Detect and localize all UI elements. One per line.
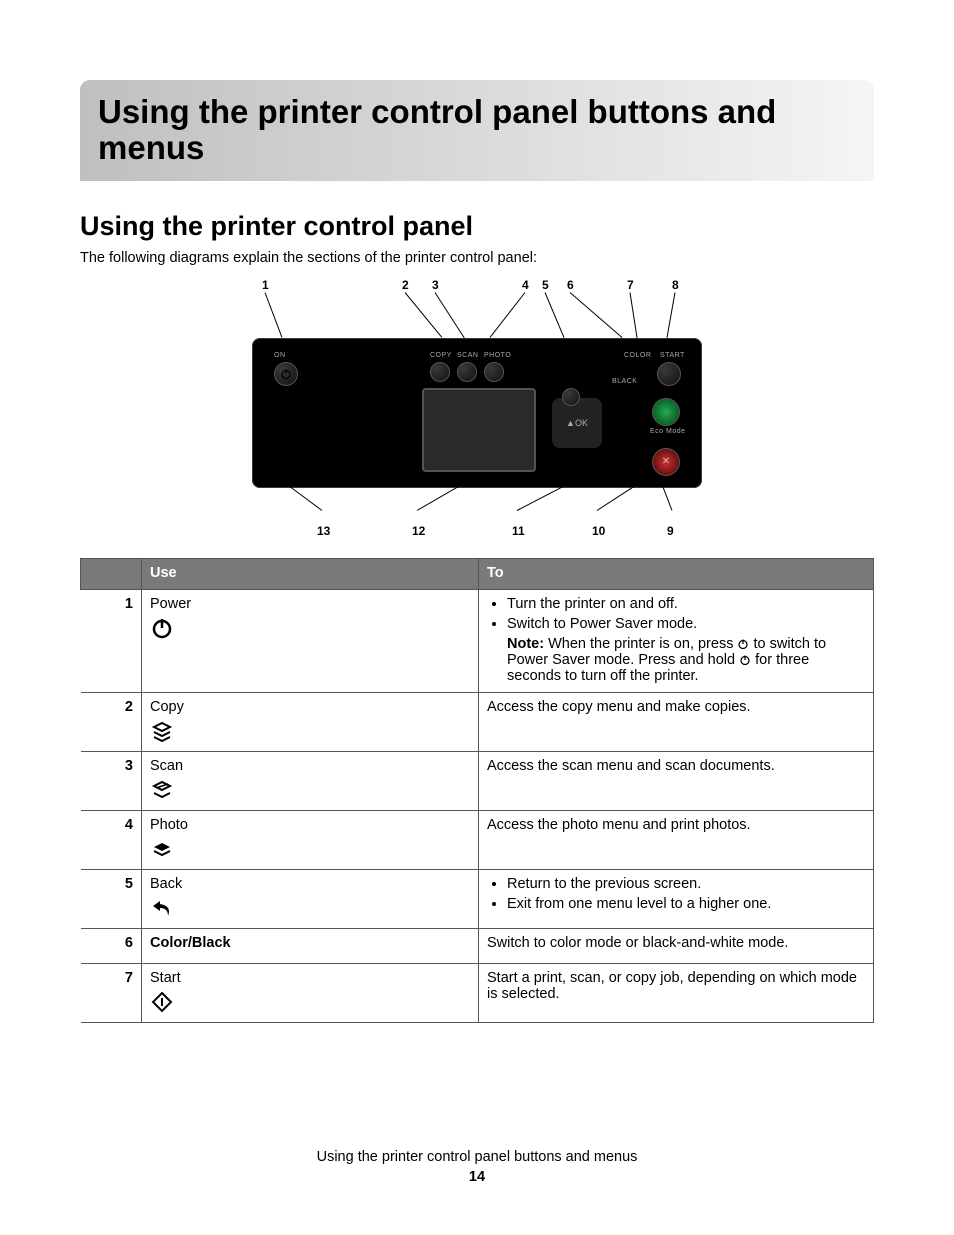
panel-label-photo: PHOTO <box>484 352 511 359</box>
table-row: 2 Copy Access the copy menu and make copie… <box>81 692 874 751</box>
row-to-list: Turn the printer on and off. Switch to Po… <box>487 596 865 632</box>
start-icon <box>150 990 174 1014</box>
row-number: 1 <box>81 589 142 692</box>
panel-display-screen <box>422 388 536 472</box>
footer-title: Using the printer control panel buttons … <box>0 1149 954 1165</box>
table-row: 7 Start Start a print, scan, or copy job, … <box>81 963 874 1022</box>
control-panel-table: Use To 1 Power Turn the printer on and off… <box>80 558 874 1023</box>
note-prefix: Note: <box>507 636 544 652</box>
row-use-label: Back <box>150 876 470 892</box>
row-number: 4 <box>81 810 142 869</box>
panel-power-button <box>274 362 298 386</box>
row-number: 5 <box>81 869 142 928</box>
row-to: Switch to color mode or black-and-white … <box>479 928 874 963</box>
row-use: Scan <box>142 751 479 810</box>
row-to: Start a print, scan, or copy job, depend… <box>479 963 874 1022</box>
row-number: 7 <box>81 963 142 1022</box>
panel-label-eco: Eco Mode <box>650 428 686 435</box>
row-use-label: Scan <box>150 758 470 774</box>
page-footer: Using the printer control panel buttons … <box>0 1149 954 1185</box>
control-panel-diagram: 12345678 ON COPY SCAN PHOTO COLOR START … <box>80 278 874 538</box>
diagram-callout-7: 7 <box>627 278 634 292</box>
row-use-label: Copy <box>150 699 470 715</box>
diagram-callout-11: 11 <box>512 524 525 538</box>
panel-label-color: COLOR <box>624 352 651 359</box>
panel-nav-pad: ▲OK <box>552 398 602 448</box>
footer-page-number: 14 <box>0 1169 954 1185</box>
panel-eco-button <box>652 398 680 426</box>
row-to: Access the scan menu and scan documents. <box>479 751 874 810</box>
diagram-callout-5: 5 <box>542 278 549 292</box>
table-row: 4 Photo Access the photo menu and print ph… <box>81 810 874 869</box>
diagram-callout-10: 10 <box>592 524 605 538</box>
diagram-callout-8: 8 <box>672 278 679 292</box>
document-page: Using the printer control panel buttons … <box>0 0 954 1235</box>
row-use-label: Power <box>150 596 470 612</box>
chapter-title: Using the printer control panel buttons … <box>98 94 856 167</box>
row-use-label: Photo <box>150 817 470 833</box>
row-use: Copy <box>142 692 479 751</box>
printer-panel-illustration: ON COPY SCAN PHOTO COLOR START BLACK Eco… <box>252 338 702 488</box>
diagram-top-callouts: 1 2 3 45 6 7 8 <box>242 278 712 338</box>
copy-icon <box>150 719 174 743</box>
panel-copy-button <box>430 362 450 382</box>
row-to: Return to the previous screen. Exit from … <box>479 869 874 928</box>
diagram-callout-1: 1 <box>262 278 269 292</box>
panel-label-start: START <box>660 352 685 359</box>
row-note: Note: When the printer is on, press to s… <box>487 636 865 684</box>
row-to: Access the photo menu and print photos. <box>479 810 874 869</box>
table-row: 1 Power Turn the printer on and off. Switch… <box>81 589 874 692</box>
scan-icon <box>150 778 174 802</box>
panel-label-black: BLACK <box>612 378 637 385</box>
diagram-callout-6: 6 <box>567 278 574 292</box>
panel-label-on: ON <box>274 352 286 359</box>
row-to-list: Return to the previous screen. Exit from … <box>487 876 865 912</box>
panel-start-button <box>657 362 681 386</box>
row-to: Turn the printer on and off. Switch to Po… <box>479 589 874 692</box>
table-row: 6 Color/Black Switch to color mode or blac… <box>81 928 874 963</box>
row-use: Back <box>142 869 479 928</box>
row-use-label: Color/Black <box>150 935 470 951</box>
row-use: Photo <box>142 810 479 869</box>
panel-back-button <box>562 388 580 406</box>
list-item: Turn the printer on and off. <box>507 596 865 612</box>
row-number: 2 <box>81 692 142 751</box>
diagram-callout-3: 3 <box>432 278 439 292</box>
diagram-callout-12: 12 <box>412 524 425 538</box>
diagram-bottom-callouts: 13 12 11 10 9 <box>242 498 712 538</box>
row-use: Color/Black <box>142 928 479 963</box>
diagram-callout-4: 4 <box>522 278 529 292</box>
chapter-title-banner: Using the printer control panel buttons … <box>80 80 874 181</box>
table-header-use: Use <box>142 558 479 589</box>
section-title: Using the printer control panel <box>80 211 874 242</box>
photo-icon <box>150 837 174 861</box>
table-row: 5 Back Return to the previous screen. Exit … <box>81 869 874 928</box>
row-to: Access the copy menu and make copies. <box>479 692 874 751</box>
power-icon <box>150 616 174 640</box>
diagram-callout-2: 2 <box>402 278 409 292</box>
row-use: Start <box>142 963 479 1022</box>
panel-photo-button <box>484 362 504 382</box>
row-number: 3 <box>81 751 142 810</box>
panel-cancel-button: ✕ <box>652 448 680 476</box>
row-number: 6 <box>81 928 142 963</box>
table-row: 3 Scan Access the scan menu and scan docum… <box>81 751 874 810</box>
row-use-label: Start <box>150 970 470 986</box>
diagram-callout-13: 13 <box>317 524 330 538</box>
table-header-to: To <box>479 558 874 589</box>
panel-label-scan: SCAN <box>457 352 478 359</box>
power-icon <box>739 654 751 666</box>
row-use: Power <box>142 589 479 692</box>
intro-text: The following diagrams explain the secti… <box>80 250 874 266</box>
table-header-num <box>81 558 142 589</box>
panel-label-ok: OK <box>575 418 588 428</box>
power-icon <box>737 638 749 650</box>
list-item: Return to the previous screen. <box>507 876 865 892</box>
panel-scan-button <box>457 362 477 382</box>
list-item: Exit from one menu level to a higher one… <box>507 896 865 912</box>
back-icon <box>150 896 174 920</box>
panel-label-copy: COPY <box>430 352 452 359</box>
diagram-callout-9: 9 <box>667 524 674 538</box>
list-item: Switch to Power Saver mode. <box>507 616 865 632</box>
